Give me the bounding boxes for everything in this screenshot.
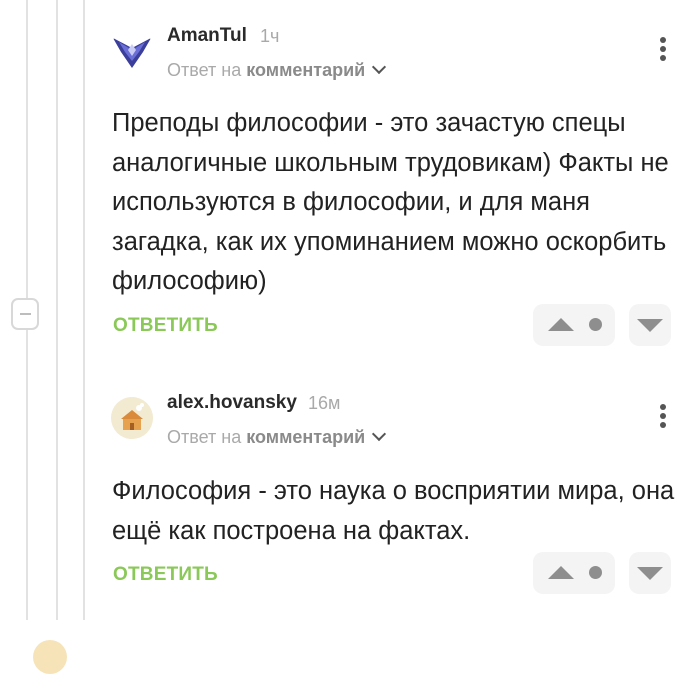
vote-up-icon[interactable] [548, 566, 574, 579]
comment-time: 16м [308, 393, 341, 413]
vote-down-button[interactable] [629, 552, 671, 594]
reply-to-target: комментарий [246, 427, 366, 447]
chevron-down-icon [372, 426, 387, 442]
reply-button[interactable]: ОТВЕТИТЬ [113, 564, 218, 586]
comment-author[interactable]: alex.hovansky [167, 392, 297, 414]
more-menu-icon[interactable] [659, 404, 667, 434]
comment-alex-hovansky: alex.hovansky 16м Ответ на комментарий Ф… [0, 0, 700, 620]
reply-to-link[interactable]: Ответ на комментарий [167, 426, 387, 448]
comment-text: Философия - это наука о восприятии мира,… [112, 477, 675, 545]
reply-to-prefix: Ответ на [167, 427, 242, 447]
vote-dot-icon [589, 566, 602, 579]
vote-down-icon [637, 567, 663, 580]
next-comment-avatar[interactable] [33, 640, 67, 674]
avatar[interactable] [111, 397, 153, 439]
vote-up-group [533, 552, 615, 594]
cartoon-house-icon [111, 397, 153, 439]
